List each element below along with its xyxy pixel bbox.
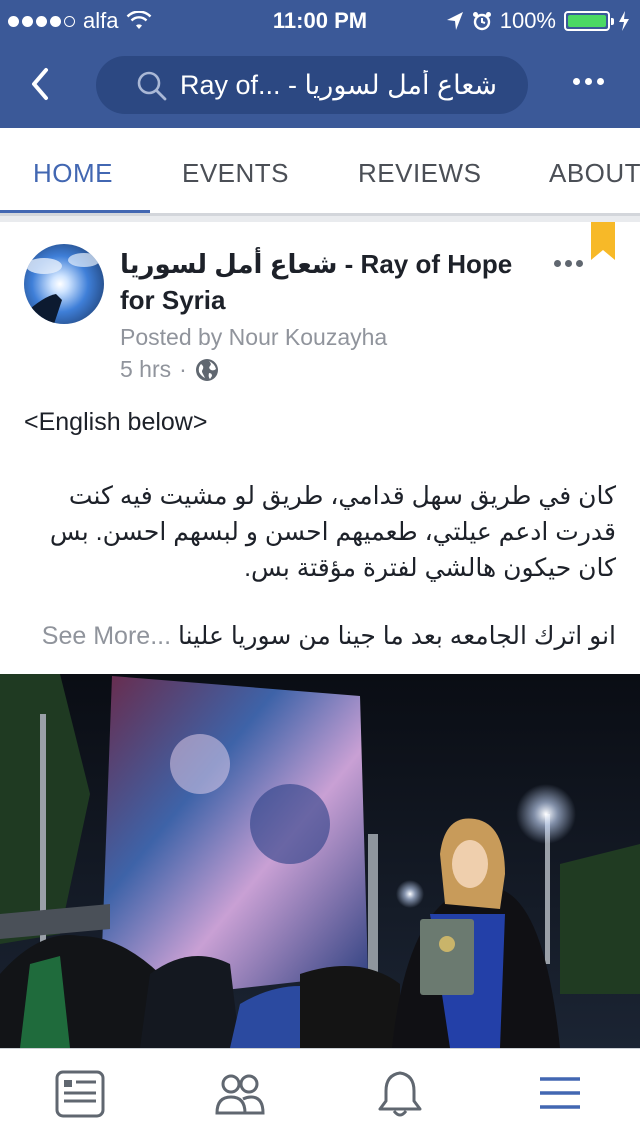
post-options-button[interactable] (554, 260, 583, 267)
post-meta: 5 hrs · (120, 356, 219, 383)
arabic-paragraph: كان في طريق سهل قدامي، طريق لو مشيت فيه … (49, 482, 616, 582)
news-feed-icon (55, 1070, 105, 1118)
news-feed-tab[interactable] (54, 1069, 106, 1119)
tab-home[interactable]: HOME (33, 158, 113, 189)
status-right: 100% (446, 8, 630, 34)
avatar-image (24, 244, 104, 324)
post-photo[interactable] (0, 674, 640, 1048)
chevron-left-icon (32, 68, 48, 100)
charging-bolt-icon (619, 11, 629, 31)
location-arrow-icon (446, 12, 463, 30)
graduation-photo (0, 674, 640, 1048)
page-name[interactable]: شعاع أمل لسوريا - Ray of Hope for Syria (120, 246, 530, 318)
see-more-link[interactable]: ...See More (42, 622, 171, 650)
page-name-line2: for Syria (120, 285, 226, 315)
tab-reviews[interactable]: REVIEWS (358, 158, 481, 189)
tab-about[interactable]: ABOUT (549, 158, 640, 189)
more-options-button[interactable] (573, 78, 604, 85)
notifications-tab[interactable] (374, 1069, 426, 1119)
page-avatar[interactable] (24, 244, 104, 324)
back-button[interactable] (24, 64, 64, 104)
battery-icon (564, 11, 614, 31)
page-name-line1: شعاع أمل لسوريا - Ray of Hope (120, 249, 513, 279)
search-title: Ray of... - شعاع أمل لسوريا (180, 69, 497, 100)
globe-icon (195, 358, 218, 381)
english-note: <English below> (24, 408, 208, 436)
menu-tab[interactable] (534, 1069, 586, 1119)
search-bar[interactable]: Ray of... - شعاع أمل لسوريا (96, 56, 528, 114)
bottom-tab-bar (0, 1048, 640, 1136)
active-tab-indicator (0, 210, 150, 213)
page-tabs: HOME EVENTS REVIEWS ABOUT (0, 128, 640, 216)
navigation-row: Ray of... - شعاع أمل لسوريا (0, 50, 640, 120)
alarm-icon (472, 12, 491, 31)
post-last-line: انو اترك الجامعه بعد ما جينا من سوريا عل… (24, 618, 616, 654)
notifications-bell-icon (378, 1071, 422, 1117)
search-icon (137, 71, 167, 101)
bookmark-icon[interactable] (590, 222, 616, 262)
meta-separator: · (179, 356, 187, 382)
friends-icon (215, 1074, 265, 1115)
post-card: شعاع أمل لسوريا - Ray of Hope for Syria … (0, 222, 640, 1048)
friends-tab[interactable] (214, 1069, 266, 1119)
tab-events[interactable]: EVENTS (182, 158, 289, 189)
more-dot-icon (573, 78, 580, 85)
menu-icon (540, 1077, 580, 1109)
top-bar: alfa 11:00 PM 100% Ray of... - شعاع أمل … (0, 0, 640, 128)
battery-percent: 100% (499, 8, 556, 33)
status-bar: alfa 11:00 PM 100% (0, 0, 640, 40)
post-time[interactable]: 5 hrs (120, 356, 171, 383)
post-last-line-text: انو اترك الجامعه بعد ما جينا من سوريا عل… (177, 622, 616, 650)
posted-by: Posted by Nour Kouzayha (120, 324, 388, 350)
